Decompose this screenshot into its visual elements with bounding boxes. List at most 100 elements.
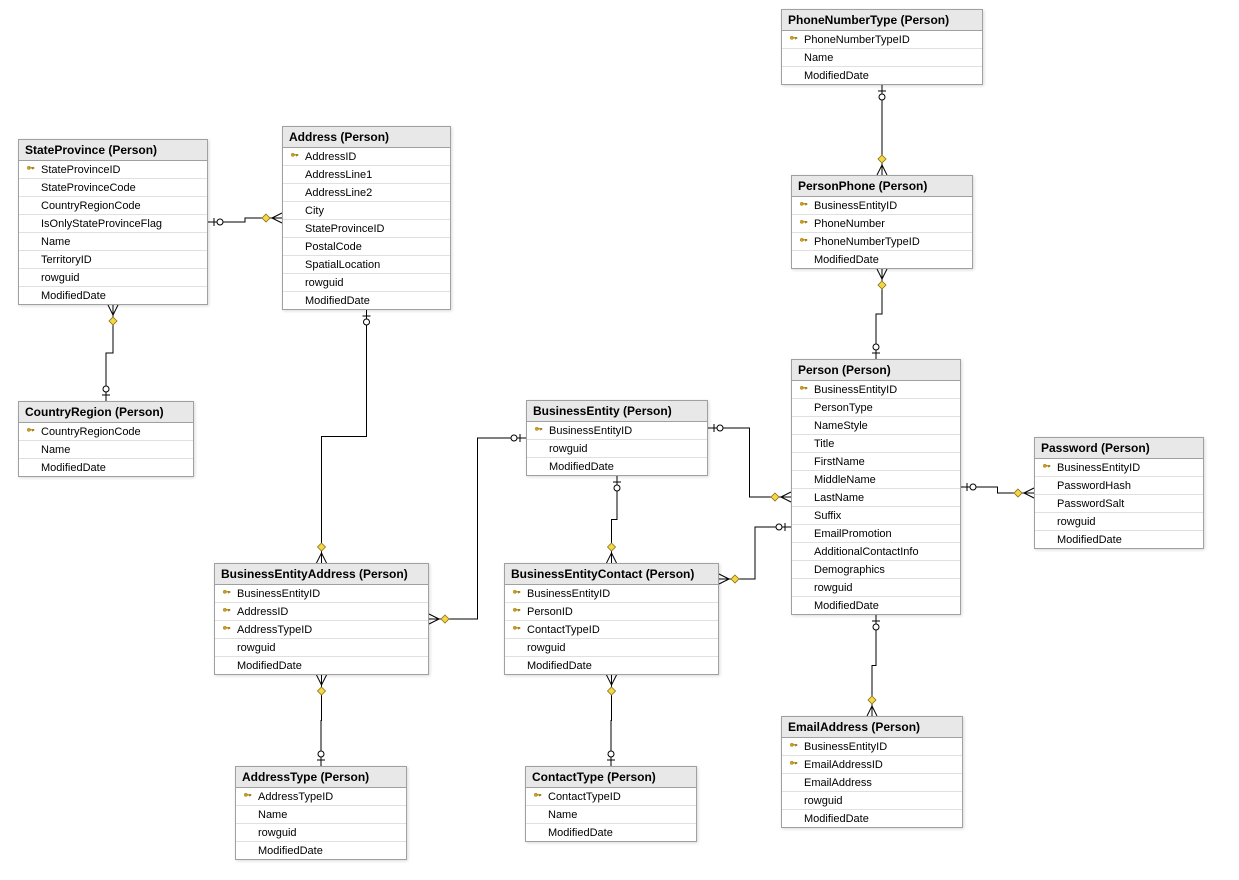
column-row[interactable]: CountryRegionCode xyxy=(19,197,207,215)
column-row[interactable]: MiddleName xyxy=(792,471,960,489)
entity-password[interactable]: Password (Person)BusinessEntityIDPasswor… xyxy=(1034,437,1204,549)
column-row[interactable]: rowguid xyxy=(283,274,450,292)
column-name: AddressLine1 xyxy=(301,169,372,181)
column-name: AddressLine2 xyxy=(301,187,372,199)
column-name: Title xyxy=(810,438,834,450)
primary-key-icon xyxy=(509,625,523,634)
entity-personphone[interactable]: PersonPhone (Person)BusinessEntityIDPhon… xyxy=(791,175,973,269)
entity-countryregion[interactable]: CountryRegion (Person)CountryRegionCodeN… xyxy=(18,401,194,477)
column-row[interactable]: EmailAddress xyxy=(782,774,962,792)
column-name: TerritoryID xyxy=(37,254,92,266)
column-row[interactable]: BusinessEntityID xyxy=(505,585,718,603)
column-name: PostalCode xyxy=(301,241,362,253)
column-row[interactable]: StateProvinceID xyxy=(283,220,450,238)
column-row[interactable]: PostalCode xyxy=(283,238,450,256)
column-row[interactable]: PersonType xyxy=(792,399,960,417)
column-row[interactable]: AdditionalContactInfo xyxy=(792,543,960,561)
entity-header: StateProvince (Person) xyxy=(19,140,207,161)
entity-addresstype[interactable]: AddressType (Person)AddressTypeIDNamerow… xyxy=(235,766,407,860)
column-row[interactable]: AddressLine1 xyxy=(283,166,450,184)
column-name: BusinessEntityID xyxy=(1053,462,1140,474)
column-row[interactable]: StateProvinceID xyxy=(19,161,207,179)
column-row[interactable]: ModifiedDate xyxy=(792,597,960,614)
column-row[interactable]: AddressLine2 xyxy=(283,184,450,202)
column-row[interactable]: Demographics xyxy=(792,561,960,579)
column-row[interactable]: AddressID xyxy=(215,603,428,621)
column-row[interactable]: ModifiedDate xyxy=(792,251,972,268)
column-row[interactable]: PhoneNumber xyxy=(792,215,972,233)
column-row[interactable]: BusinessEntityID xyxy=(1035,459,1203,477)
column-row[interactable]: Name xyxy=(236,806,406,824)
entity-address[interactable]: Address (Person)AddressIDAddressLine1Add… xyxy=(282,126,451,310)
column-row[interactable]: Name xyxy=(19,441,193,459)
entity-stateprovince[interactable]: StateProvince (Person)StateProvinceIDSta… xyxy=(18,139,208,305)
column-row[interactable]: BusinessEntityID xyxy=(782,738,962,756)
column-row[interactable]: LastName xyxy=(792,489,960,507)
column-row[interactable]: ModifiedDate xyxy=(782,810,962,827)
column-row[interactable]: ContactTypeID xyxy=(505,621,718,639)
column-row[interactable]: PersonID xyxy=(505,603,718,621)
column-row[interactable]: ModifiedDate xyxy=(782,67,982,84)
entity-phonenumbertype[interactable]: PhoneNumberType (Person)PhoneNumberTypeI… xyxy=(781,9,983,85)
column-row[interactable]: FirstName xyxy=(792,453,960,471)
column-row[interactable]: Name xyxy=(782,49,982,67)
column-row[interactable]: rowguid xyxy=(215,639,428,657)
entity-contacttype[interactable]: ContactType (Person)ContactTypeIDNameMod… xyxy=(525,766,697,842)
column-row[interactable]: PhoneNumberTypeID xyxy=(792,233,972,251)
column-row[interactable]: PhoneNumberTypeID xyxy=(782,31,982,49)
column-row[interactable]: AddressID xyxy=(283,148,450,166)
column-row[interactable]: BusinessEntityID xyxy=(215,585,428,603)
column-row[interactable]: ModifiedDate xyxy=(1035,531,1203,548)
column-row[interactable]: SpatialLocation xyxy=(283,256,450,274)
column-row[interactable]: PasswordHash xyxy=(1035,477,1203,495)
column-name: ModifiedDate xyxy=(545,461,614,473)
column-row[interactable]: ModifiedDate xyxy=(527,458,707,475)
column-row[interactable]: Name xyxy=(526,806,696,824)
entity-businessentitycontact[interactable]: BusinessEntityContact (Person)BusinessEn… xyxy=(504,563,719,675)
column-name: ModifiedDate xyxy=(810,600,879,612)
column-row[interactable]: rowguid xyxy=(505,639,718,657)
column-row[interactable]: ModifiedDate xyxy=(19,459,193,476)
column-row[interactable]: BusinessEntityID xyxy=(527,422,707,440)
column-row[interactable]: Suffix xyxy=(792,507,960,525)
column-row[interactable]: AddressTypeID xyxy=(236,788,406,806)
column-row[interactable]: TerritoryID xyxy=(19,251,207,269)
column-row[interactable]: BusinessEntityID xyxy=(792,381,960,399)
column-row[interactable]: rowguid xyxy=(782,792,962,810)
column-row[interactable]: IsOnlyStateProvinceFlag xyxy=(19,215,207,233)
entity-emailaddress[interactable]: EmailAddress (Person)BusinessEntityIDEma… xyxy=(781,716,963,828)
column-row[interactable]: PasswordSalt xyxy=(1035,495,1203,513)
entity-businessentityaddress[interactable]: BusinessEntityAddress (Person)BusinessEn… xyxy=(214,563,429,675)
column-row[interactable]: Name xyxy=(19,233,207,251)
column-row[interactable]: Title xyxy=(792,435,960,453)
column-row[interactable]: ModifiedDate xyxy=(505,657,718,674)
column-row[interactable]: EmailPromotion xyxy=(792,525,960,543)
column-row[interactable]: NameStyle xyxy=(792,417,960,435)
entity-header: PhoneNumberType (Person) xyxy=(782,10,982,31)
column-row[interactable]: rowguid xyxy=(1035,513,1203,531)
column-row[interactable]: EmailAddressID xyxy=(782,756,962,774)
column-row[interactable]: StateProvinceCode xyxy=(19,179,207,197)
column-name: SpatialLocation xyxy=(301,259,380,271)
column-row[interactable]: City xyxy=(283,202,450,220)
column-row[interactable]: ModifiedDate xyxy=(283,292,450,309)
column-row[interactable]: CountryRegionCode xyxy=(19,423,193,441)
column-row[interactable]: ModifiedDate xyxy=(236,842,406,859)
column-row[interactable]: ContactTypeID xyxy=(526,788,696,806)
column-row[interactable]: ModifiedDate xyxy=(526,824,696,841)
entity-person[interactable]: Person (Person)BusinessEntityIDPersonTyp… xyxy=(791,359,961,615)
entity-businessentity[interactable]: BusinessEntity (Person)BusinessEntityIDr… xyxy=(526,400,708,476)
column-row[interactable]: rowguid xyxy=(19,269,207,287)
column-row[interactable]: rowguid xyxy=(792,579,960,597)
column-row[interactable]: ModifiedDate xyxy=(215,657,428,674)
primary-key-icon xyxy=(219,589,233,598)
entity-header: EmailAddress (Person) xyxy=(782,717,962,738)
column-row[interactable]: rowguid xyxy=(527,440,707,458)
column-name: MiddleName xyxy=(810,474,876,486)
column-row[interactable]: AddressTypeID xyxy=(215,621,428,639)
column-row[interactable]: rowguid xyxy=(236,824,406,842)
column-row[interactable]: ModifiedDate xyxy=(19,287,207,304)
column-name: ModifiedDate xyxy=(800,70,869,82)
primary-key-icon xyxy=(796,385,810,394)
column-row[interactable]: BusinessEntityID xyxy=(792,197,972,215)
